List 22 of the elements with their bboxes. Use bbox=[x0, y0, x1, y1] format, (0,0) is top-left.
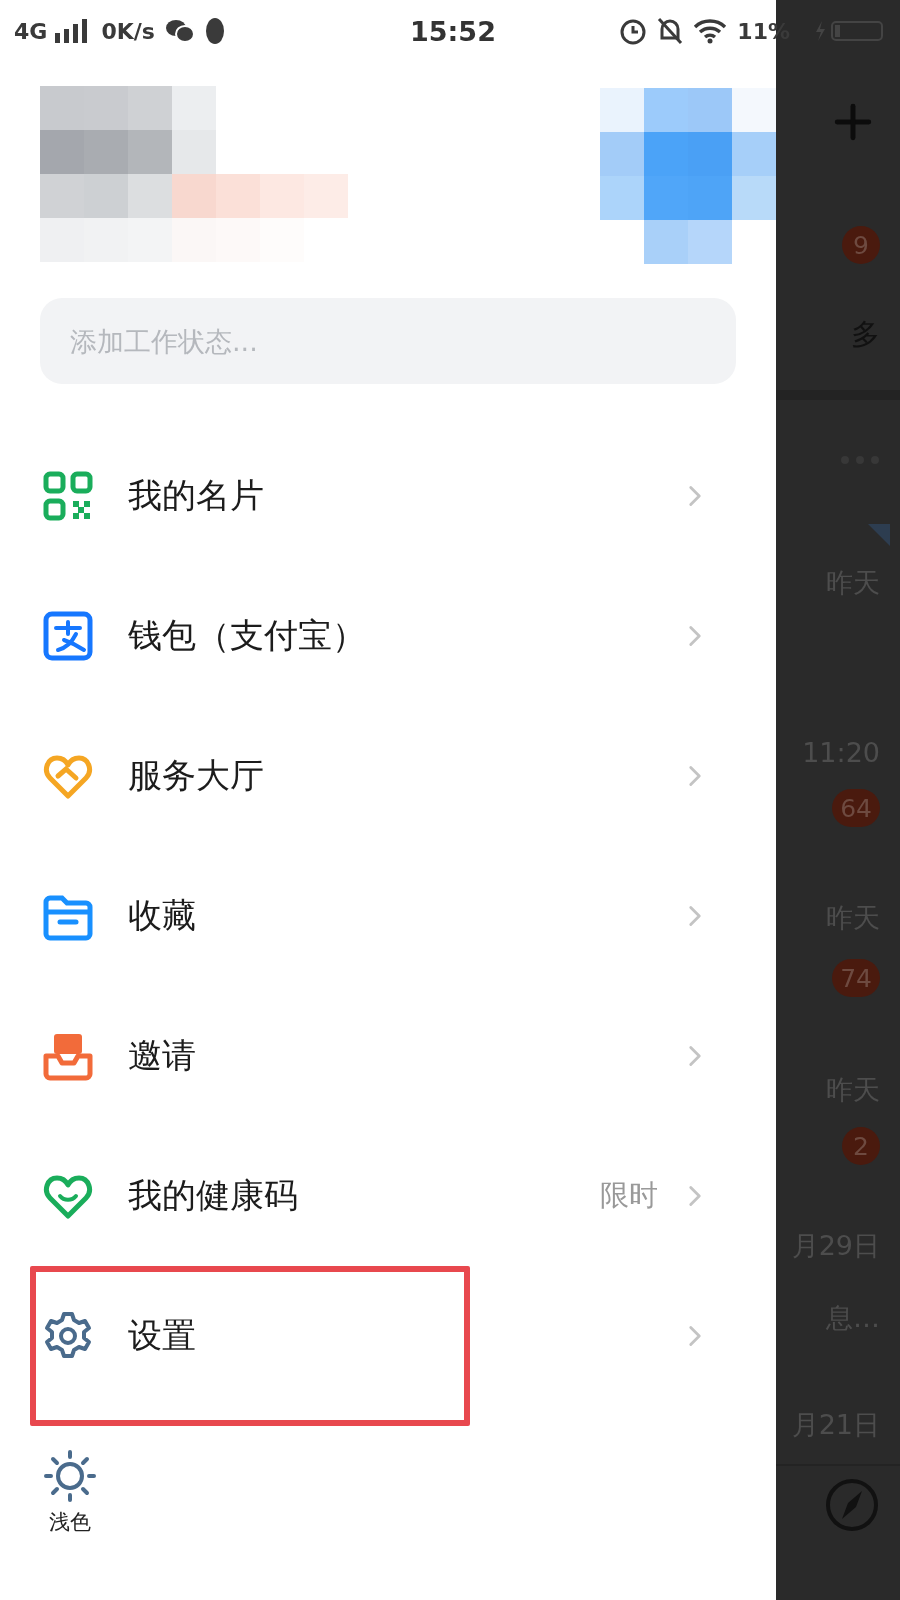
qr-code-icon bbox=[42, 470, 94, 522]
menu-item[interactable]: 收藏 bbox=[0, 846, 776, 986]
wifi-icon bbox=[693, 18, 728, 44]
muted-bell-icon bbox=[657, 17, 684, 45]
theme-label: 浅色 bbox=[49, 1509, 91, 1536]
compass-icon[interactable] bbox=[824, 1477, 880, 1533]
network-type: 4G bbox=[14, 18, 48, 44]
wallet-icon bbox=[42, 610, 94, 662]
sun-icon[interactable] bbox=[44, 1450, 96, 1502]
pin-corner-icon bbox=[868, 524, 890, 546]
alarm-icon bbox=[619, 17, 648, 45]
status-input-field[interactable]: 添加工作状态... bbox=[40, 298, 736, 384]
clock-time: 15:52 bbox=[410, 15, 496, 47]
menu-item[interactable]: 我的名片 bbox=[0, 426, 776, 566]
menu-item[interactable]: 设置 bbox=[0, 1266, 776, 1406]
menu-item[interactable]: 邀请 bbox=[0, 986, 776, 1126]
menu-item[interactable]: 我的健康码 限时 bbox=[0, 1126, 776, 1266]
menu-item[interactable]: 服务大厅 bbox=[0, 706, 776, 846]
limited-tag: 限时 bbox=[600, 1176, 658, 1216]
menu-item[interactable]: 钱包（支付宝） bbox=[0, 566, 776, 706]
chat-icon bbox=[164, 18, 195, 44]
network-speed: 0K/s bbox=[101, 18, 155, 44]
